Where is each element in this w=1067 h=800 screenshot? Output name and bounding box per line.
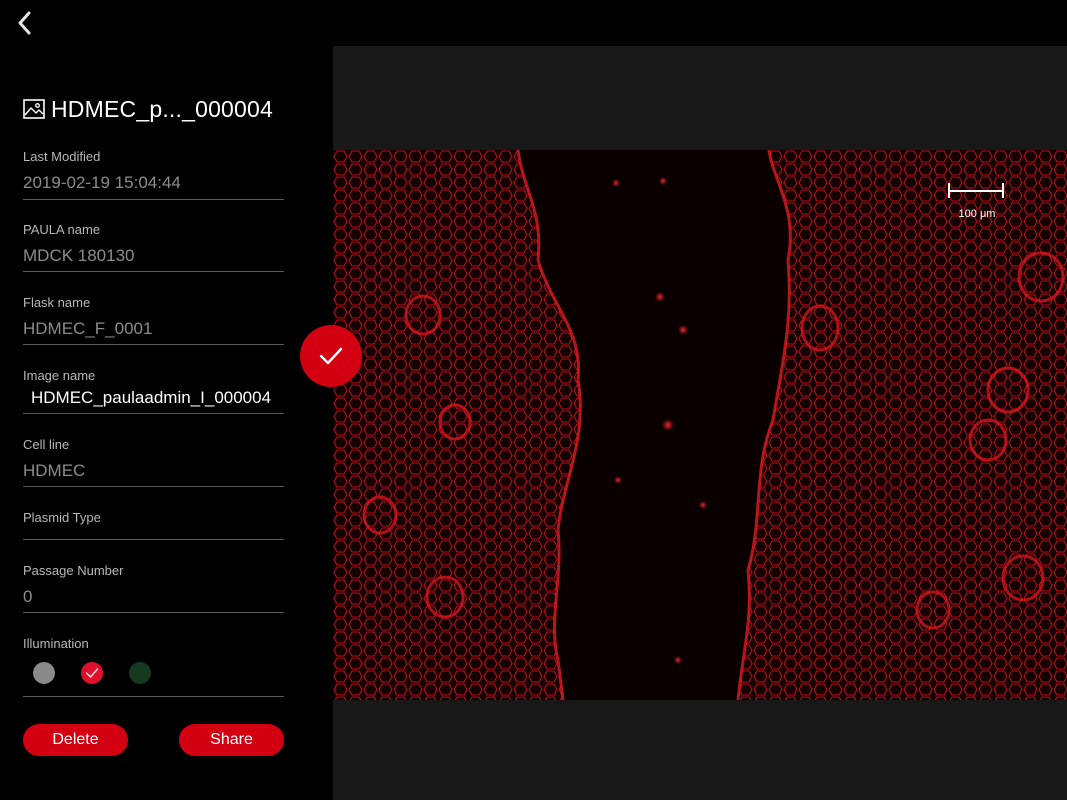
- back-button[interactable]: [12, 8, 38, 38]
- microscopy-image[interactable]: 100 μm: [333, 150, 1067, 700]
- chevron-left-icon: [18, 11, 31, 35]
- flask-name-field[interactable]: Flask name HDMEC_F_0001: [23, 295, 284, 345]
- flask-name-value: HDMEC_F_0001: [23, 319, 153, 338]
- plasmid-type-field[interactable]: Plasmid Type: [23, 510, 284, 540]
- last-modified-label: Last Modified: [23, 149, 101, 164]
- passage-number-field[interactable]: Passage Number 0: [23, 563, 284, 613]
- illumination-field: Illumination: [23, 636, 284, 697]
- image-icon: [23, 99, 45, 119]
- paula-name-field[interactable]: PAULA name MDCK 180130: [23, 222, 284, 272]
- passage-number-label: Passage Number: [23, 563, 124, 578]
- delete-button[interactable]: Delete: [23, 724, 128, 756]
- cell-line-field[interactable]: Cell line HDMEC: [23, 437, 284, 487]
- image-title-row: HDMEC_p..._000004: [23, 96, 273, 122]
- image-name-field[interactable]: Image name HDMEC_paulaadmin_I_000004: [23, 368, 284, 414]
- passage-number-value: 0: [23, 587, 33, 606]
- image-name-label: Image name: [23, 368, 96, 383]
- share-button[interactable]: Share: [179, 724, 284, 756]
- details-sidebar: HDMEC_p..._000004 Last Modified 2019-02-…: [0, 46, 333, 800]
- cell-line-label: Cell line: [23, 437, 70, 452]
- flask-name-label: Flask name: [23, 295, 91, 310]
- cell-line-value: HDMEC: [23, 461, 86, 480]
- last-modified-value: 2019-02-19 15:04:44: [23, 173, 181, 192]
- illumination-red-option[interactable]: [81, 662, 103, 684]
- image-name-input[interactable]: HDMEC_paulaadmin_I_000004: [23, 388, 284, 408]
- scale-bar-label: 100 μm: [958, 208, 996, 220]
- top-bar: [0, 0, 1067, 46]
- paula-name-label: PAULA name: [23, 222, 101, 237]
- microscopy-canvas: [333, 150, 1067, 700]
- confirm-button[interactable]: [300, 325, 362, 387]
- image-viewer[interactable]: 100 μm: [333, 46, 1067, 800]
- image-title: HDMEC_p..._000004: [51, 95, 274, 122]
- scale-bar: 100 μm: [948, 182, 1006, 222]
- checkmark-icon: [85, 668, 99, 678]
- illumination-gray-option[interactable]: [33, 662, 55, 684]
- paula-name-value: MDCK 180130: [23, 246, 135, 265]
- illumination-options: [33, 662, 284, 684]
- plasmid-type-label: Plasmid Type: [23, 510, 101, 525]
- checkmark-icon: [319, 347, 343, 365]
- illumination-green-option[interactable]: [129, 662, 151, 684]
- last-modified-field: Last Modified 2019-02-19 15:04:44: [23, 149, 284, 200]
- illumination-label: Illumination: [23, 636, 89, 651]
